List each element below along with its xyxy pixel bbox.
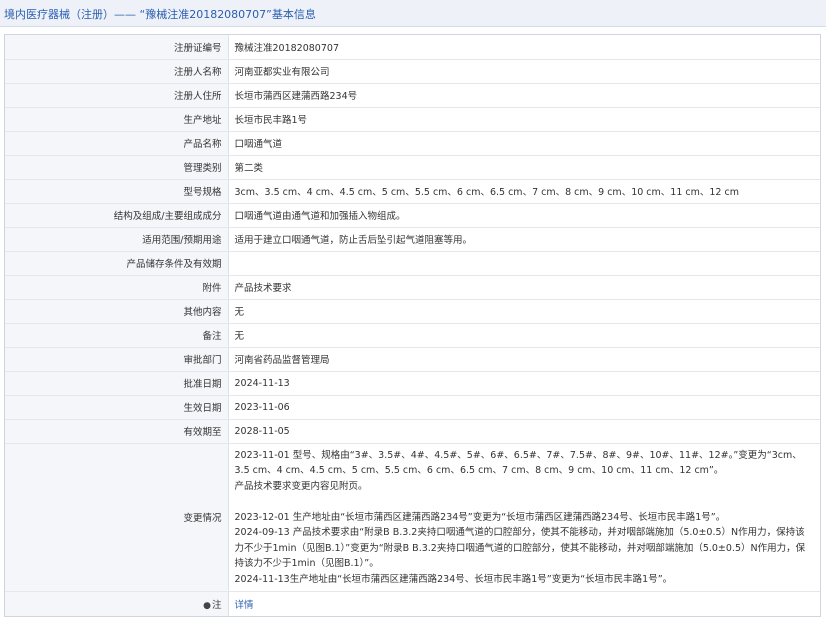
row-label: 有效期至	[5, 419, 229, 444]
change-history: 2023-11-01 型号、规格由“3#、3.5#、4#、4.5#、5#、6#、…	[228, 443, 820, 592]
details-link[interactable]: 详情	[235, 600, 254, 611]
info-table-body: 注册证编号 豫械注准20182080707 注册人名称 河南亚都实业有限公司 注…	[5, 35, 820, 616]
row-value: 河南亚都实业有限公司	[228, 59, 820, 84]
info-row-4: 产品名称 口咽通气道	[5, 131, 820, 156]
info-row-10: 附件 产品技术要求	[5, 275, 820, 300]
row-value: 3cm、3.5 cm、4 cm、4.5 cm、5 cm、5.5 cm、6 cm、…	[228, 179, 820, 204]
note-value: 详情	[228, 592, 820, 616]
row-label: 生产地址	[5, 107, 229, 132]
info-row-changes: 变更情况 2023-11-01 型号、规格由“3#、3.5#、4#、4.5#、5#…	[5, 443, 820, 592]
row-value: 河南省药品监督管理局	[228, 347, 820, 372]
row-label: 结构及组成/主要组成成分	[5, 203, 229, 228]
info-row-14: 批准日期 2024-11-13	[5, 371, 820, 396]
row-label: 注册证编号	[5, 35, 229, 60]
change-entry: 2024-09-13 产品技术要求由“附录B B.3.2夹持口咽通气道的口腔部分…	[234, 527, 806, 569]
row-value: 口咽通气道	[228, 131, 820, 156]
change-entry: 2023-12-01 生产地址由“长垣市蒲西区建蒲西路234号”变更为“长垣市蒲…	[234, 511, 726, 523]
row-label: 批准日期	[5, 371, 229, 396]
row-label: 审批部门	[5, 347, 229, 372]
row-label: 注册人名称	[5, 59, 229, 84]
info-row-2: 注册人住所 长垣市蒲西区建蒲西路234号	[5, 83, 820, 108]
change-entry: 2024-11-13生产地址由“长垣市蒲西区建蒲西路234号、长垣市民丰路1号”…	[234, 573, 673, 585]
row-value: 长垣市民丰路1号	[228, 107, 820, 132]
row-label: 变更情况	[5, 443, 229, 592]
note-label-cell: ●注	[5, 591, 229, 616]
info-table: 注册证编号 豫械注准20182080707 注册人名称 河南亚都实业有限公司 注…	[5, 35, 820, 616]
row-value: 2024-11-13	[228, 371, 820, 396]
row-label: 生效日期	[5, 395, 229, 420]
row-label: 附件	[5, 275, 229, 300]
row-label: 其他内容	[5, 299, 229, 324]
change-entry	[235, 494, 815, 510]
location-pin-icon: ●	[203, 600, 211, 611]
row-label: 产品名称	[5, 131, 229, 156]
row-value: 长垣市蒲西区建蒲西路234号	[228, 83, 820, 108]
row-value: 无	[228, 299, 820, 324]
row-value: 无	[228, 323, 820, 348]
row-label: 注册人住所	[5, 83, 229, 108]
info-row-15: 生效日期 2023-11-06	[5, 395, 820, 420]
row-label: 产品储存条件及有效期	[5, 251, 229, 276]
row-value: 2023-11-06	[228, 395, 820, 420]
info-row-9: 产品储存条件及有效期	[5, 251, 820, 276]
page-header: 境内医疗器械（注册）—— “豫械注准20182080707”基本信息	[0, 0, 826, 27]
row-value: 适用于建立口咽通气道，防止舌后坠引起气道阻塞等用。	[228, 227, 820, 252]
row-value: 第二类	[228, 155, 820, 180]
info-row-note: ●注 详情	[5, 591, 820, 616]
row-value: 产品技术要求	[228, 275, 820, 300]
info-row-13: 审批部门 河南省药品监督管理局	[5, 347, 820, 372]
row-value: 豫械注准20182080707	[228, 35, 820, 60]
info-row-11: 其他内容 无	[5, 299, 820, 324]
info-row-1: 注册人名称 河南亚都实业有限公司	[5, 59, 820, 84]
info-row-3: 生产地址 长垣市民丰路1号	[5, 107, 820, 132]
row-value	[228, 251, 820, 276]
row-value: 2028-11-05	[228, 419, 820, 444]
change-entry: 产品技术要求变更内容见附页。	[234, 480, 368, 492]
info-row-5: 管理类别 第二类	[5, 155, 820, 180]
row-label: 型号规格	[5, 179, 229, 204]
row-label: 管理类别	[5, 155, 229, 180]
note-label: 注	[211, 599, 222, 611]
page-title: 境内医疗器械（注册）—— “豫械注准20182080707”基本信息	[4, 8, 316, 21]
row-label: 适用范围/预期用途	[5, 227, 229, 252]
info-row-8: 适用范围/预期用途 适用于建立口咽通气道，防止舌后坠引起气道阻塞等用。	[5, 227, 820, 252]
change-entry: 2023-11-01 型号、规格由“3#、3.5#、4#、4.5#、5#、6#、…	[234, 449, 802, 477]
info-row-6: 型号规格 3cm、3.5 cm、4 cm、4.5 cm、5 cm、5.5 cm、…	[5, 179, 820, 204]
info-row-0: 注册证编号 豫械注准20182080707	[5, 35, 820, 60]
row-label: 备注	[5, 323, 229, 348]
info-row-7: 结构及组成/主要组成成分 口咽通气道由通气道和加强插入物组成。	[5, 203, 820, 228]
row-value: 口咽通气道由通气道和加强插入物组成。	[228, 203, 820, 228]
info-row-12: 备注 无	[5, 323, 820, 348]
info-table-frame: 注册证编号 豫械注准20182080707 注册人名称 河南亚都实业有限公司 注…	[4, 34, 821, 617]
info-row-16: 有效期至 2028-11-05	[5, 419, 820, 444]
